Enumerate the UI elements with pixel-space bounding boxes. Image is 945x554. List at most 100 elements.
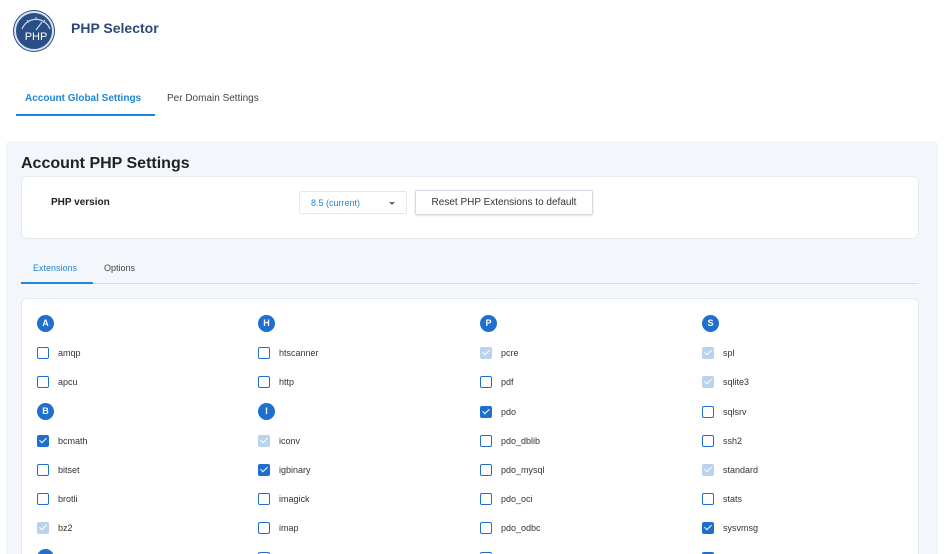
tab-account-global-settings[interactable]: Account Global Settings [25, 93, 141, 104]
extension-item[interactable]: pdf [480, 375, 514, 389]
extension-item[interactable]: spl [702, 346, 735, 360]
extension-item[interactable] [480, 551, 501, 554]
sub-tabs-divider [21, 283, 919, 284]
extension-label: apcu [58, 377, 78, 388]
extension-item[interactable]: pcre [480, 346, 519, 360]
extension-label: sqlsrv [723, 406, 747, 417]
extension-checkbox[interactable] [37, 464, 49, 476]
extension-checkbox [702, 376, 714, 389]
extension-label: bz2 [58, 523, 73, 534]
extension-checkbox[interactable] [480, 493, 492, 506]
extension-checkbox[interactable] [37, 434, 49, 447]
extension-checkbox[interactable] [702, 434, 714, 447]
extension-checkbox[interactable] [258, 464, 270, 476]
extension-item[interactable]: sqlsrv [702, 405, 747, 419]
logo-text: PHP [25, 31, 48, 43]
group-letter-badge: P [480, 315, 497, 332]
group-letter-badge: S [702, 315, 719, 332]
php-version-select[interactable]: 8.5 (current) [299, 191, 407, 214]
extension-item[interactable]: stats [702, 492, 742, 506]
extension-label: bcmath [58, 435, 88, 446]
extension-item[interactable]: pdo_oci [480, 492, 533, 506]
tab-options[interactable]: Options [104, 263, 135, 273]
extension-item[interactable]: igbinary [258, 463, 311, 477]
extension-item[interactable]: iconv [258, 434, 300, 448]
chevron-down-icon [389, 202, 395, 205]
tab-per-domain-settings[interactable]: Per Domain Settings [167, 93, 259, 104]
reset-extensions-button[interactable]: Reset PHP Extensions to default [415, 190, 593, 215]
extension-item[interactable] [702, 551, 723, 554]
extension-item[interactable]: amqp [37, 346, 81, 360]
extension-checkbox[interactable] [258, 376, 270, 389]
extension-item[interactable]: brotli [37, 492, 78, 506]
extension-item[interactable]: http [258, 375, 294, 389]
extension-item[interactable]: pdo_odbc [480, 521, 541, 535]
extension-label: imagick [279, 494, 310, 505]
extension-checkbox[interactable] [37, 493, 49, 506]
extension-item[interactable]: imap [258, 521, 299, 535]
extension-label: ssh2 [723, 435, 743, 446]
group-letter-badge: B [37, 402, 54, 420]
extension-label: imap [279, 523, 299, 534]
extension-label: pcre [501, 348, 519, 359]
group-letter-badge [37, 548, 54, 554]
tab-extensions[interactable]: Extensions [33, 263, 77, 273]
extension-checkbox[interactable] [702, 522, 714, 535]
extension-item[interactable]: imagick [258, 492, 310, 506]
extension-checkbox[interactable] [258, 522, 270, 535]
extension-label: pdo_mysql [501, 465, 545, 475]
extension-item[interactable]: bcmath [37, 434, 88, 448]
extension-checkbox[interactable] [258, 493, 270, 506]
extension-label: spl [723, 348, 735, 359]
extension-checkbox[interactable] [258, 347, 270, 360]
extension-checkbox[interactable] [480, 405, 492, 418]
extension-item[interactable]: standard [702, 463, 758, 477]
extension-label: standard [723, 465, 759, 475]
extension-label: pdo_oci [501, 494, 533, 505]
extension-label: pdo [501, 406, 517, 417]
extension-checkbox [258, 434, 270, 447]
extension-checkbox [480, 347, 492, 360]
extension-checkbox[interactable] [480, 376, 492, 389]
extension-item[interactable]: bitset [37, 463, 80, 477]
extension-checkbox[interactable] [480, 464, 492, 476]
section-title: Account PHP Settings [21, 155, 190, 172]
extension-item[interactable]: sqlite3 [702, 375, 749, 389]
extension-label: sysvmsg [723, 523, 759, 534]
extension-item[interactable]: pdo_mysql [480, 463, 545, 477]
extension-item[interactable]: pdo_dblib [480, 434, 540, 448]
extension-label: http [279, 377, 295, 388]
extension-checkbox[interactable] [480, 522, 492, 535]
extension-checkbox[interactable] [702, 493, 714, 506]
extension-checkbox [702, 347, 714, 360]
php-version-label: PHP version [51, 197, 110, 208]
extensions-card: Aamqp apcu Bbcmath bitset brotli bz2 Hhtscanne… [21, 298, 919, 554]
extension-item[interactable] [258, 551, 279, 554]
php-selector-page: PHP PHP Selector Account Global Settings… [0, 0, 945, 554]
extension-item[interactable]: htscanner [258, 346, 319, 360]
extension-label: brotli [58, 494, 78, 505]
extension-item[interactable]: sysvmsg [702, 521, 758, 535]
extension-label: stats [723, 494, 743, 505]
extension-item[interactable]: apcu [37, 375, 78, 389]
active-subtab-indicator [21, 282, 93, 284]
group-letter-badge: H [258, 315, 275, 332]
extension-checkbox[interactable] [37, 347, 49, 360]
extension-label: pdo_dblib [501, 435, 541, 446]
extension-label: iconv [279, 435, 301, 446]
extension-label: pdf [501, 377, 514, 388]
extension-item[interactable]: pdo [480, 405, 516, 419]
extension-item[interactable]: bz2 [37, 521, 73, 535]
extension-label: igbinary [279, 465, 311, 475]
extension-checkbox[interactable] [480, 434, 492, 447]
extension-label: amqp [58, 348, 81, 359]
app-title: PHP Selector [71, 20, 159, 36]
extension-label: htscanner [279, 348, 319, 359]
extension-checkbox[interactable] [702, 405, 714, 418]
extension-label: sqlite3 [723, 377, 750, 388]
extension-item[interactable]: ssh2 [702, 434, 742, 448]
extension-checkbox[interactable] [37, 376, 49, 389]
extension-checkbox [37, 522, 49, 535]
group-letter-badge: I [258, 402, 275, 420]
group-letter-badge: A [37, 315, 54, 332]
